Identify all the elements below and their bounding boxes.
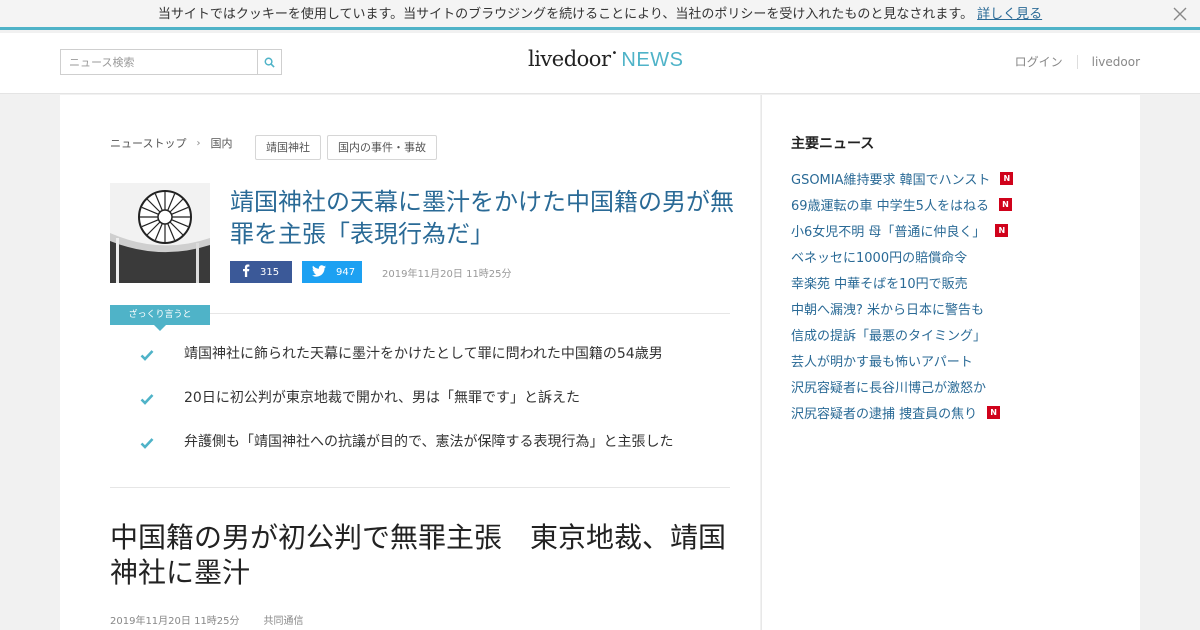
logo-news: NEWS (621, 49, 684, 71)
site-logo[interactable]: livedoor • NEWS (528, 47, 683, 77)
check-icon (140, 348, 154, 366)
news-item-text[interactable]: 沢尻容疑者に長谷川博己が激怒か (791, 377, 986, 396)
news-item-text[interactable]: ベネッセに1000円の賠償命令 (791, 247, 967, 266)
news-item-text[interactable]: 69歳運転の車 中学生5人をはねる (791, 195, 989, 214)
article-thumbnail[interactable] (110, 183, 210, 283)
article-meta: 2019年11月20日 11時25分 共同通信 (110, 612, 304, 627)
summary-item: 弁護側も「靖国神社への抗議が目的で、憲法が保障する表現行為」と主張した (110, 433, 730, 477)
sidebar-title: 主要ニュース (791, 136, 875, 152)
summary-divider (210, 313, 730, 314)
share-bar: 315 947 2019年11月20日 11時25分 (230, 261, 512, 283)
summary-label: ざっくり言うと (110, 305, 210, 331)
news-item-text[interactable]: 沢尻容疑者の逮捕 捜査員の焦り (791, 403, 977, 422)
news-item-text[interactable]: 信成の提訴「最悪のタイミング」 (791, 325, 986, 344)
top-news-list: GSOMIA維持要求 韓国でハンスト N 69歳運転の車 中学生5人をはねる N 小… (791, 165, 1121, 425)
facebook-share-button[interactable]: 315 (230, 261, 292, 283)
article-source[interactable]: 共同通信 (264, 612, 304, 627)
news-item-text[interactable]: GSOMIA維持要求 韓国でハンスト (791, 169, 990, 188)
logo-dot: • (611, 48, 618, 59)
check-icon (140, 392, 154, 410)
news-item[interactable]: 沢尻容疑者に長谷川博己が激怒か (791, 373, 1121, 399)
sidebar: 主要ニュース GSOMIA維持要求 韓国でハンスト N 69歳運転の車 中学生5人… (761, 95, 1140, 630)
new-badge: N (998, 197, 1012, 211)
news-item[interactable]: 芸人が明かす最も怖いアパート (791, 347, 1121, 373)
news-item-text[interactable]: 芸人が明かす最も怖いアパート (791, 351, 973, 370)
summary-item: 20日に初公判が東京地裁で開かれ、男は「無罪です」と訴えた (110, 389, 730, 433)
login-link[interactable]: ログイン (1001, 55, 1077, 69)
search-icon (264, 53, 275, 72)
facebook-icon (242, 264, 250, 280)
new-badge: N (987, 405, 1001, 419)
close-icon[interactable] (1172, 6, 1188, 22)
cookie-banner: 当サイトではクッキーを使用しています。当サイトのブラウジングを続けることにより、… (0, 0, 1200, 30)
news-item[interactable]: 小6女児不明 母「普通に仲良く」 N (791, 217, 1121, 243)
tag-list: 靖国神社 国内の事件・事故 (255, 135, 443, 160)
article-title: 中国籍の男が初公判で無罪主張 東京地裁、靖国神社に墨汁 (110, 521, 727, 589)
site-header: livedoor • NEWS ログイン livedoor (0, 33, 1200, 94)
breadcrumb-separator: › (196, 137, 201, 149)
article-date-secondary: 2019年11月20日 11時25分 (110, 616, 240, 627)
facebook-count: 315 (260, 266, 280, 278)
news-item-text[interactable]: 小6女児不明 母「普通に仲良く」 (791, 221, 985, 240)
news-item[interactable]: GSOMIA維持要求 韓国でハンスト N (791, 165, 1121, 191)
check-icon (140, 436, 154, 454)
search-button[interactable] (257, 50, 281, 74)
summary-text: 弁護側も「靖国神社への抗議が目的で、憲法が保障する表現行為」と主張した (184, 434, 674, 450)
logo-livedoor: livedoor (528, 47, 611, 71)
tag-domestic-incidents[interactable]: 国内の事件・事故 (327, 135, 437, 160)
main-content: ニューストップ › 国内 靖国神社 国内の事件・事故 靖国神社の天幕に墨汁をかけ… (60, 95, 760, 630)
search-box (60, 49, 282, 75)
new-badge: N (995, 223, 1009, 237)
article-date: 2019年11月20日 11時25分 (382, 268, 512, 280)
article-headline[interactable]: 靖国神社の天幕に墨汁をかけた中国籍の男が無罪を主張「表現行為だ」 (230, 186, 740, 250)
search-input[interactable] (61, 50, 257, 74)
header-nav: ログイン livedoor (1001, 55, 1140, 69)
news-item[interactable]: 沢尻容疑者の逮捕 捜査員の焦り N (791, 399, 1121, 425)
summary-text: 20日に初公判が東京地裁で開かれ、男は「無罪です」と訴えた (184, 390, 580, 406)
twitter-count: 947 (336, 266, 356, 278)
news-item[interactable]: 69歳運転の車 中学生5人をはねる N (791, 191, 1121, 217)
new-badge: N (1000, 171, 1014, 185)
content-divider (110, 487, 730, 488)
breadcrumb-news-top[interactable]: ニューストップ (110, 135, 186, 151)
news-item[interactable]: ベネッセに1000円の賠償命令 (791, 243, 1121, 269)
news-item[interactable]: 中朝へ漏洩? 米から日本に警告も (791, 295, 1121, 321)
breadcrumb: ニューストップ › 国内 (110, 135, 232, 151)
twitter-icon (312, 264, 326, 280)
summary-item: 靖国神社に飾られた天幕に墨汁をかけたとして罪に問われた中国籍の54歳男 (110, 345, 730, 389)
cookie-details-link[interactable]: 詳しく見る (977, 7, 1042, 22)
livedoor-link[interactable]: livedoor (1076, 55, 1140, 69)
twitter-share-button[interactable]: 947 (302, 261, 362, 283)
news-item-text[interactable]: 幸楽苑 中華そばを10円で販売 (791, 273, 968, 292)
news-item-text[interactable]: 中朝へ漏洩? 米から日本に警告も (791, 299, 984, 318)
summary-text: 靖国神社に飾られた天幕に墨汁をかけたとして罪に問われた中国籍の54歳男 (184, 346, 663, 362)
tag-yasukuni[interactable]: 靖国神社 (255, 135, 321, 160)
breadcrumb-domestic[interactable]: 国内 (210, 135, 232, 151)
news-item[interactable]: 信成の提訴「最悪のタイミング」 (791, 321, 1121, 347)
cookie-banner-text: 当サイトではクッキーを使用しています。当サイトのブラウジングを続けることにより、… (157, 7, 974, 22)
summary-list: 靖国神社に飾られた天幕に墨汁をかけたとして罪に問われた中国籍の54歳男 20日に… (110, 345, 730, 477)
news-item[interactable]: 幸楽苑 中華そばを10円で販売 (791, 269, 1121, 295)
